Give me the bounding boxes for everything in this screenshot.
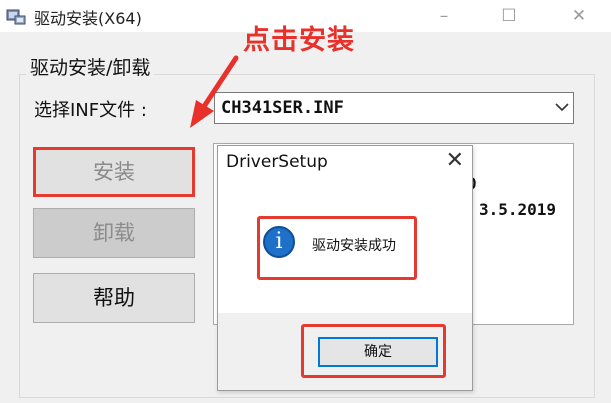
app-icon	[6, 9, 26, 25]
uninstall-button[interactable]: 卸载	[33, 208, 195, 258]
inf-file-select[interactable]: CH341SER.INF	[214, 92, 574, 124]
dialog-message: 驱动安装成功	[312, 238, 396, 254]
help-button[interactable]: 帮助	[33, 273, 195, 323]
install-button[interactable]: 安装	[33, 147, 195, 197]
annotation-text: 点击安装	[243, 25, 355, 56]
close-window-button[interactable]: ✕	[565, 4, 593, 28]
chevron-down-icon	[555, 103, 569, 112]
info-line-2: 3.5.2019	[479, 200, 557, 219]
inf-file-label: 选择INF文件 :	[34, 100, 147, 121]
groupbox-title: 驱动安装/卸载	[26, 53, 155, 80]
maximize-button[interactable]: ☐	[495, 4, 523, 28]
minimize-button[interactable]: –	[430, 4, 458, 28]
info-icon: i	[263, 226, 295, 258]
ok-button[interactable]: 确定	[318, 337, 438, 367]
inf-file-value: CH341SER.INF	[221, 98, 344, 118]
dialog-title: DriverSetup	[226, 152, 328, 172]
window-title: 驱动安装(X64)	[34, 9, 142, 28]
dialog-close-icon[interactable]: ✕	[446, 150, 464, 172]
